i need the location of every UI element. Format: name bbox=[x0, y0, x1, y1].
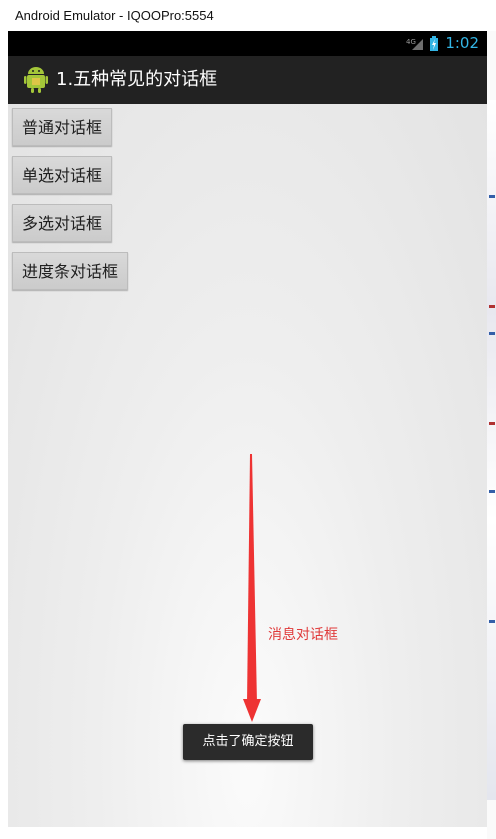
annotation-arrow-icon bbox=[243, 454, 261, 722]
background-window-sliver bbox=[487, 100, 496, 800]
background-mark bbox=[489, 620, 495, 623]
status-clock: 1:02 bbox=[445, 34, 479, 52]
signal-4g-icon: 4G bbox=[406, 38, 423, 50]
status-bar: 4G 1:02 bbox=[8, 31, 487, 56]
window-border-left bbox=[0, 31, 8, 839]
single-choice-dialog-button[interactable]: 单选对话框 bbox=[12, 156, 113, 194]
main-content: 普通对话框 单选对话框 多选对话框 进度条对话框 消息对话框 点击了确定按钮 bbox=[8, 104, 487, 827]
android-screen: 4G 1:02 1.五种常见的对话框 普通对话框 单选对话框 多选对话框 进度条… bbox=[8, 31, 487, 827]
network-type-label: 4G bbox=[406, 38, 416, 46]
action-bar: 1.五种常见的对话框 bbox=[8, 56, 487, 106]
window-bottom-border bbox=[8, 827, 487, 839]
emulator-window: Android Emulator - IQOOPro:5554 4G 1:02 bbox=[0, 0, 496, 839]
toast-message: 点击了确定按钮 bbox=[183, 724, 313, 760]
multi-choice-dialog-button[interactable]: 多选对话框 bbox=[12, 204, 113, 242]
progress-dialog-button[interactable]: 进度条对话框 bbox=[12, 252, 129, 290]
background-mark bbox=[489, 332, 495, 335]
app-title: 1.五种常见的对话框 bbox=[56, 69, 218, 90]
battery-charging-icon bbox=[430, 36, 438, 51]
window-title: Android Emulator - IQOOPro:5554 bbox=[15, 8, 214, 23]
background-mark bbox=[489, 490, 495, 493]
android-robot-icon[interactable] bbox=[24, 66, 48, 94]
normal-dialog-button[interactable]: 普通对话框 bbox=[12, 108, 113, 146]
annotation-label: 消息对话框 bbox=[268, 627, 338, 643]
background-mark bbox=[489, 195, 495, 198]
background-mark bbox=[489, 422, 495, 425]
window-title-bar[interactable]: Android Emulator - IQOOPro:5554 bbox=[0, 0, 496, 31]
background-mark bbox=[489, 305, 495, 308]
